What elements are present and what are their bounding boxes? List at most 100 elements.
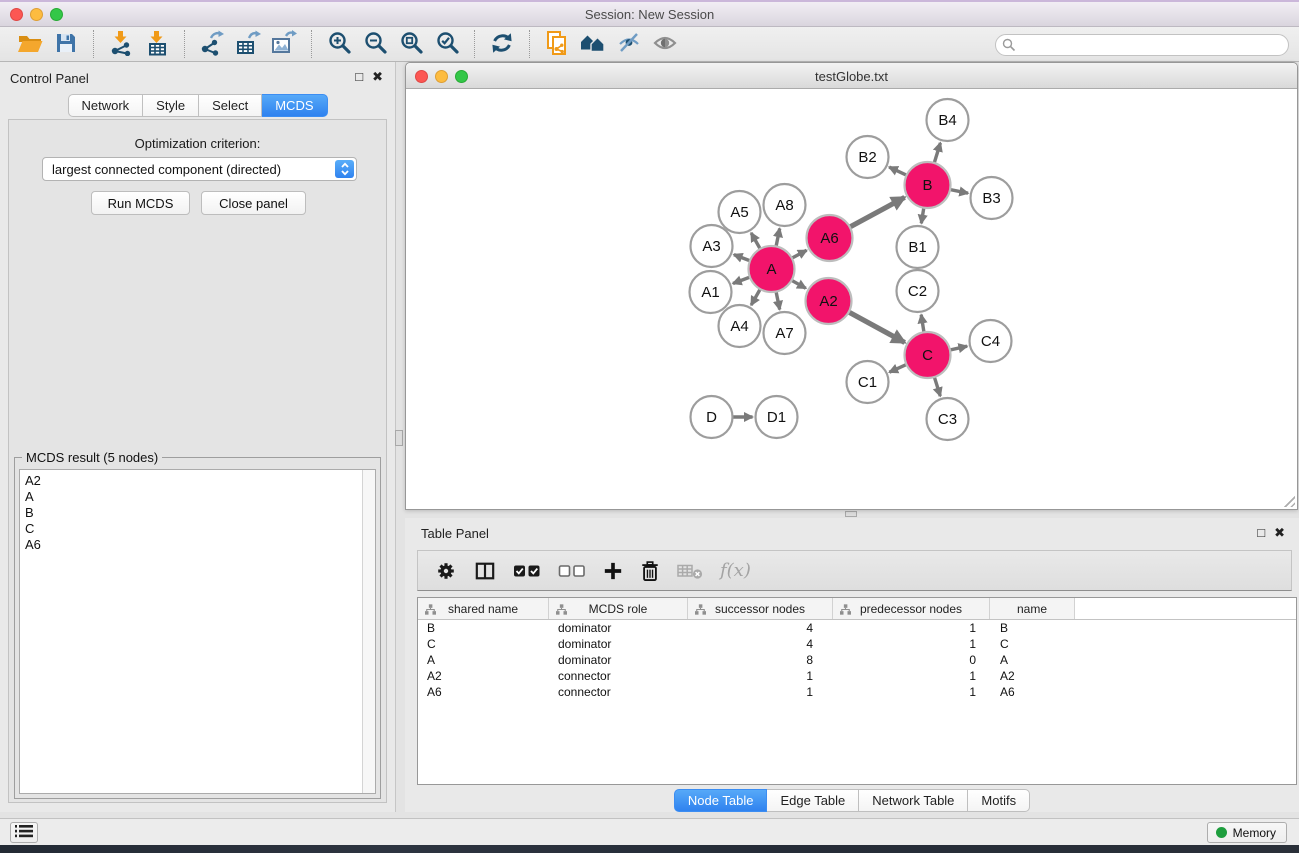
network-graph-canvas[interactable]: AA6A2BCA5A8A3A1A4A7B2B4B3B1C2C4C1C3DD1	[406, 89, 1297, 509]
scrollbar[interactable]	[362, 470, 375, 793]
cell-predecessor-nodes[interactable]: 1	[833, 669, 990, 683]
close-panel-icon[interactable]: ✖	[372, 69, 383, 85]
cell-predecessor-nodes[interactable]: 1	[833, 637, 990, 651]
cell-shared-name[interactable]: B	[418, 621, 549, 635]
cell-mcds-role[interactable]: connector	[549, 669, 688, 683]
export-image-button[interactable]	[266, 28, 302, 60]
export-network-button[interactable]	[194, 28, 230, 60]
network-window-title: testGlobe.txt	[406, 69, 1297, 84]
column-header-predecessor-nodes[interactable]: predecessor nodes	[833, 598, 990, 619]
hide-panel-button[interactable]	[611, 28, 647, 60]
control-panel-header: Control Panel □ ✖	[0, 62, 395, 92]
save-session-button[interactable]	[48, 28, 84, 60]
vertical-splitter-handle[interactable]	[395, 430, 403, 446]
clone-network-button[interactable]	[539, 28, 575, 60]
table-row[interactable]: B dominator 4 1 B	[418, 620, 1296, 636]
cell-successor-nodes[interactable]: 4	[688, 637, 833, 651]
run-mcds-button[interactable]: Run MCDS	[91, 191, 190, 215]
float-panel-icon[interactable]: □	[1257, 525, 1265, 541]
tab-network[interactable]: Network	[67, 94, 143, 117]
cell-predecessor-nodes[interactable]: 0	[833, 653, 990, 667]
tab-select[interactable]: Select	[199, 94, 262, 117]
mcds-result-item[interactable]: A6	[20, 537, 375, 553]
cell-shared-name[interactable]: A2	[418, 669, 549, 683]
graph-node-label-C1: C1	[858, 374, 877, 391]
float-panel-icon[interactable]: □	[355, 69, 363, 85]
cell-name[interactable]: A	[990, 653, 1075, 667]
task-history-button[interactable]	[10, 822, 38, 843]
select-all-checkboxes-icon[interactable]	[513, 563, 541, 579]
tab-edge-table[interactable]: Edge Table	[767, 789, 859, 812]
cell-successor-nodes[interactable]: 1	[688, 685, 833, 699]
table-row[interactable]: A2 connector 1 1 A2	[418, 668, 1296, 684]
cell-shared-name[interactable]: A	[418, 653, 549, 667]
dropdown-selected-value: largest connected component (directed)	[52, 162, 281, 177]
delete-column-trash-icon[interactable]	[640, 560, 660, 582]
tab-motifs[interactable]: Motifs	[968, 789, 1030, 812]
cell-mcds-role[interactable]: dominator	[549, 653, 688, 667]
cell-predecessor-nodes[interactable]: 1	[833, 621, 990, 635]
zoom-fit-icon	[399, 30, 424, 58]
table-row[interactable]: A6 connector 1 1 A6	[418, 684, 1296, 700]
graph-node-label-A: A	[766, 261, 776, 278]
mcds-result-item[interactable]: A	[20, 489, 375, 505]
search-input[interactable]	[995, 34, 1289, 56]
optimization-dropdown[interactable]: largest connected component (directed)	[42, 157, 357, 181]
open-session-button[interactable]	[12, 28, 48, 60]
cell-successor-nodes[interactable]: 4	[688, 621, 833, 635]
tab-style[interactable]: Style	[143, 94, 199, 117]
table-settings-gear-icon[interactable]	[435, 560, 457, 582]
mcds-result-item[interactable]: C	[20, 521, 375, 537]
show-graphics-button[interactable]	[647, 28, 683, 60]
mcds-result-item[interactable]: A2	[20, 470, 375, 489]
column-header-name[interactable]: name	[990, 598, 1075, 619]
attribute-tree-icon	[556, 604, 567, 618]
column-header-mcds-role[interactable]: MCDS role	[549, 598, 688, 619]
table-row[interactable]: C dominator 4 1 C	[418, 636, 1296, 652]
close-panel-button[interactable]: Close panel	[201, 191, 306, 215]
memory-button[interactable]: Memory	[1207, 822, 1287, 843]
cell-name[interactable]: A6	[990, 685, 1075, 699]
import-table-button[interactable]	[139, 28, 175, 60]
tab-network-table[interactable]: Network Table	[859, 789, 968, 812]
zoom-in-button[interactable]	[321, 28, 357, 60]
tab-node-table[interactable]: Node Table	[674, 789, 768, 812]
zoom-out-button[interactable]	[357, 28, 393, 60]
cell-mcds-role[interactable]: connector	[549, 685, 688, 699]
mcds-result-item[interactable]: B	[20, 505, 375, 521]
horizontal-splitter-handle[interactable]	[845, 511, 857, 517]
cell-predecessor-nodes[interactable]: 1	[833, 685, 990, 699]
cell-name[interactable]: C	[990, 637, 1075, 651]
graph-node-label-A6: A6	[820, 230, 838, 247]
cell-name[interactable]: B	[990, 621, 1075, 635]
deselect-all-checkboxes-icon[interactable]	[558, 563, 586, 579]
graph-node-label-B: B	[922, 177, 932, 194]
apply-layout-button[interactable]	[484, 28, 520, 60]
import-network-button[interactable]	[103, 28, 139, 60]
home-button[interactable]	[575, 28, 611, 60]
control-panel-tabs: Network Style Select MCDS	[67, 94, 327, 117]
close-panel-icon[interactable]: ✖	[1274, 525, 1285, 541]
cell-shared-name[interactable]: A6	[418, 685, 549, 699]
table-row[interactable]: A dominator 8 0 A	[418, 652, 1296, 668]
export-table-button[interactable]	[230, 28, 266, 60]
cell-successor-nodes[interactable]: 8	[688, 653, 833, 667]
cell-mcds-role[interactable]: dominator	[549, 621, 688, 635]
graph-node-label-A7: A7	[775, 325, 793, 342]
zoom-fit-button[interactable]	[393, 28, 429, 60]
show-columns-icon[interactable]	[474, 561, 496, 581]
tab-mcds[interactable]: MCDS	[262, 94, 327, 117]
column-header-successor-nodes[interactable]: successor nodes	[688, 598, 833, 619]
cell-mcds-role[interactable]: dominator	[549, 637, 688, 651]
zoom-selected-button[interactable]	[429, 28, 465, 60]
optimization-criterion-label: Optimization criterion:	[9, 136, 386, 151]
graph-node-label-A1: A1	[701, 284, 719, 301]
cell-successor-nodes[interactable]: 1	[688, 669, 833, 683]
add-column-plus-icon[interactable]	[603, 561, 623, 581]
column-header-shared-name[interactable]: shared name	[418, 598, 549, 619]
graph-node-label-C4: C4	[981, 333, 1000, 350]
cell-shared-name[interactable]: C	[418, 637, 549, 651]
import-table-icon	[144, 30, 170, 59]
cell-name[interactable]: A2	[990, 669, 1075, 683]
search-box	[995, 34, 1289, 56]
